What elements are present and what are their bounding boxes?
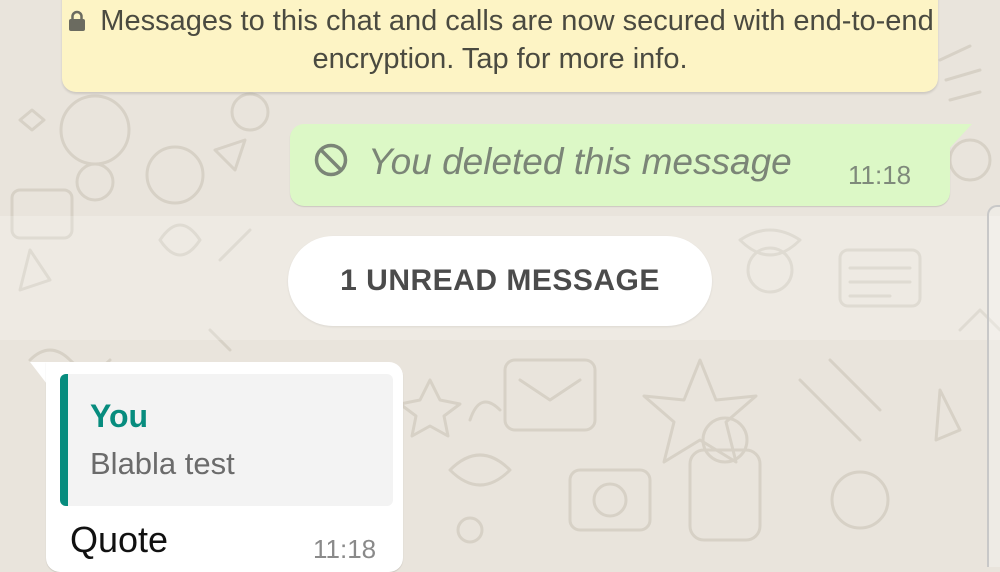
- quoted-message-text: Blabla test: [90, 446, 235, 481]
- side-panel-edge: [987, 205, 1000, 567]
- blocked-icon: [314, 143, 348, 177]
- encryption-notice[interactable]: Messages to this chat and calls are now …: [62, 0, 938, 92]
- deleted-message-text: You deleted this message: [368, 141, 792, 182]
- lock-icon: [69, 10, 86, 31]
- incoming-message-text: Quote: [70, 519, 169, 560]
- quote-accent-bar: [60, 374, 68, 506]
- encryption-notice-text: Messages to this chat and calls are now …: [100, 5, 934, 75]
- incoming-message-time: 11:18: [313, 534, 377, 564]
- outgoing-bubble-tail: [946, 124, 972, 152]
- quoted-message[interactable]: You Blabla test: [60, 374, 393, 506]
- unread-messages-divider: 1 UNREAD MESSAGE: [288, 236, 712, 326]
- outgoing-message-time: 11:18: [848, 160, 912, 190]
- quoted-message-author: You: [90, 398, 149, 434]
